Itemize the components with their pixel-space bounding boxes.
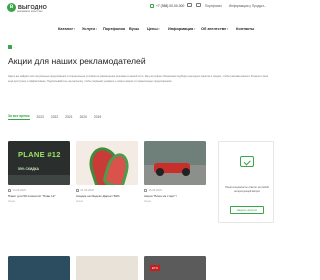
wheel (182, 168, 190, 176)
promo-brand: PLANE #12 (18, 150, 61, 159)
nav-item-prices[interactable]: Цены▾ (147, 26, 160, 31)
phone-icon (150, 4, 154, 8)
promo-date: 01.08.2022 (76, 189, 138, 192)
promo-meta: Акция (8, 200, 15, 204)
chevron-down-icon: ▾ (73, 27, 76, 31)
promo-card[interactable]: 15.06.2022 Акция "Блин на старт"! Акция (144, 141, 206, 203)
filter-all-time[interactable]: За все время (8, 114, 30, 120)
promo-date: 15.06.2022 (144, 189, 206, 192)
ask-question-button[interactable]: Задать вопрос (230, 206, 264, 214)
promo-tag: ЕГЭ (150, 265, 160, 271)
image-band (8, 175, 70, 185)
calendar-icon (144, 189, 147, 192)
logo-icon: в (7, 3, 16, 12)
mail-icon[interactable] (187, 3, 192, 7)
question-text: Наши специалисты ответят на любой интере… (225, 186, 269, 193)
question-box: Наши специалисты ответят на любой интере… (218, 141, 274, 223)
promo-meta: Акция (76, 200, 83, 204)
user-icon[interactable] (196, 3, 201, 7)
promo-image[interactable] (8, 256, 70, 280)
promo-title[interactable]: Пакет для 50 клиентов "План 12" (8, 194, 70, 198)
breadcrumb-separator: › (14, 45, 15, 49)
year-filter: За все время 2023 2022 2021 2020 2019 (8, 113, 101, 121)
promo-image[interactable] (76, 256, 138, 280)
chevron-down-icon: ▾ (193, 27, 196, 31)
chat-check-icon (240, 156, 254, 167)
logo-subtitle: рекламное агентство (17, 10, 43, 13)
promo-card[interactable]: PLANE #12 50% СКИДКА 14.09.2022 Пакет дл… (8, 141, 70, 203)
promo-brand-sub: 50% СКИДКА (18, 167, 40, 171)
filter-2019[interactable]: 2019 (94, 115, 101, 120)
nav-item-portfolio[interactable]: Портфолио (103, 26, 125, 31)
phone-number: +7 (988) 00-00-000 (156, 4, 185, 8)
chevron-down-icon: ▾ (226, 27, 229, 31)
top-link-portfolio[interactable]: Портфолио (205, 4, 222, 8)
promo-title[interactable]: Скидка на Яндекс.Директ 50% (76, 194, 138, 198)
nav-item-about[interactable]: Об агентстве▾ (201, 26, 228, 31)
filter-2022[interactable]: 2022 (51, 115, 58, 120)
filter-2021[interactable]: 2021 (65, 115, 72, 120)
promo-cards-row2: ЕГЭ (8, 256, 206, 280)
main-nav: Каталог▾ Услуги▾ Портфолио Вузы Цены▾ Ин… (0, 23, 280, 33)
promo-image-plane[interactable]: PLANE #12 50% СКИДКА (8, 141, 70, 185)
chevron-down-icon: ▾ (158, 27, 160, 31)
promo-meta: Акция (144, 200, 151, 204)
breadcrumb: › (8, 45, 15, 49)
home-icon[interactable] (8, 45, 12, 49)
chevron-down-icon: ▾ (95, 27, 97, 31)
promo-card[interactable]: 01.08.2022 Скидка на Яндекс.Директ 50% А… (76, 141, 138, 203)
intro-text: Здесь вы найдёте все актуальные предложе… (8, 75, 269, 83)
calendar-icon (76, 189, 79, 192)
nav-item-info[interactable]: Информация▾ (168, 26, 195, 31)
phone[interactable]: +7 (988) 00-00-000 (150, 4, 184, 8)
filter-2020[interactable]: 2020 (80, 115, 87, 120)
promo-image[interactable]: ЕГЭ (144, 256, 206, 280)
calendar-icon (8, 189, 11, 192)
promo-title[interactable]: Акция "Блин на старт"! (144, 194, 206, 198)
promo-cards: PLANE #12 50% СКИДКА 14.09.2022 Пакет дл… (8, 141, 206, 203)
page-title: Акции для наших рекламодателей (8, 56, 146, 66)
nav-item-contacts[interactable]: Контакты (236, 26, 254, 31)
promo-image-racecar[interactable] (144, 141, 206, 185)
promo-image-watermelon[interactable] (76, 141, 138, 185)
nav-item-catalog[interactable]: Каталог▾ (58, 26, 75, 31)
wheel (156, 168, 164, 176)
top-icons (187, 3, 201, 7)
top-bar: в ВЫГОДНО рекламное агентство +7 (988) 0… (0, 0, 280, 14)
top-link-more[interactable]: Информация у Продукт... (229, 4, 266, 8)
nav-item-universities[interactable]: Вузы (129, 26, 139, 31)
nav-item-services[interactable]: Услуги▾ (82, 26, 97, 31)
promo-date: 14.09.2022 (8, 189, 70, 192)
filter-2023[interactable]: 2023 (37, 115, 44, 120)
